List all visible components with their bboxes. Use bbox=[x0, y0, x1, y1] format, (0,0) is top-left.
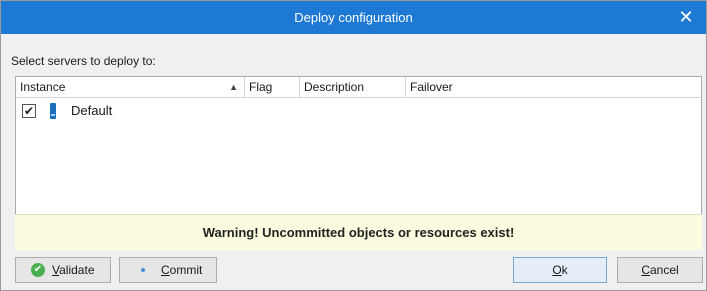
title-bar: Deploy configuration ✕ bbox=[1, 1, 706, 34]
column-header-description[interactable]: Description bbox=[300, 77, 406, 97]
ok-label: Ok bbox=[552, 263, 568, 277]
window-title: Deploy configuration bbox=[294, 10, 413, 25]
column-header-failover[interactable]: Failover bbox=[406, 77, 701, 97]
sort-ascending-icon: ▲ bbox=[229, 82, 238, 92]
column-header-flag[interactable]: Flag bbox=[245, 77, 300, 97]
dot-icon bbox=[141, 268, 145, 272]
instance-name: Default bbox=[71, 103, 113, 118]
cancel-button[interactable]: Cancel bbox=[617, 257, 703, 283]
check-circle-icon: ✔ bbox=[31, 263, 45, 277]
commit-label: Commit bbox=[161, 263, 203, 277]
close-icon[interactable]: ✕ bbox=[676, 7, 696, 27]
deploy-configuration-dialog: Deploy configuration ✕ Select servers to… bbox=[0, 0, 707, 291]
server-checkbox[interactable]: ✔ bbox=[22, 104, 36, 118]
ok-button[interactable]: Ok bbox=[513, 257, 607, 283]
validate-label: Validate bbox=[52, 263, 95, 277]
validate-button[interactable]: ✔ Validate bbox=[15, 257, 111, 283]
dialog-content: Select servers to deploy to: Instance ▲ … bbox=[1, 34, 706, 290]
table-row[interactable]: ✔ Default bbox=[16, 101, 701, 121]
cancel-label: Cancel bbox=[641, 263, 679, 277]
column-header-instance[interactable]: Instance ▲ bbox=[16, 77, 245, 97]
column-header-label: Instance bbox=[20, 80, 66, 94]
commit-button[interactable]: Commit bbox=[119, 257, 217, 283]
uncommitted-warning-banner: Warning! Uncommitted objects or resource… bbox=[15, 214, 702, 250]
server-icon bbox=[50, 103, 56, 119]
deploy-prompt-label: Select servers to deploy to: bbox=[11, 54, 156, 68]
grid-header: Instance ▲ Flag Description Failover bbox=[16, 77, 701, 98]
